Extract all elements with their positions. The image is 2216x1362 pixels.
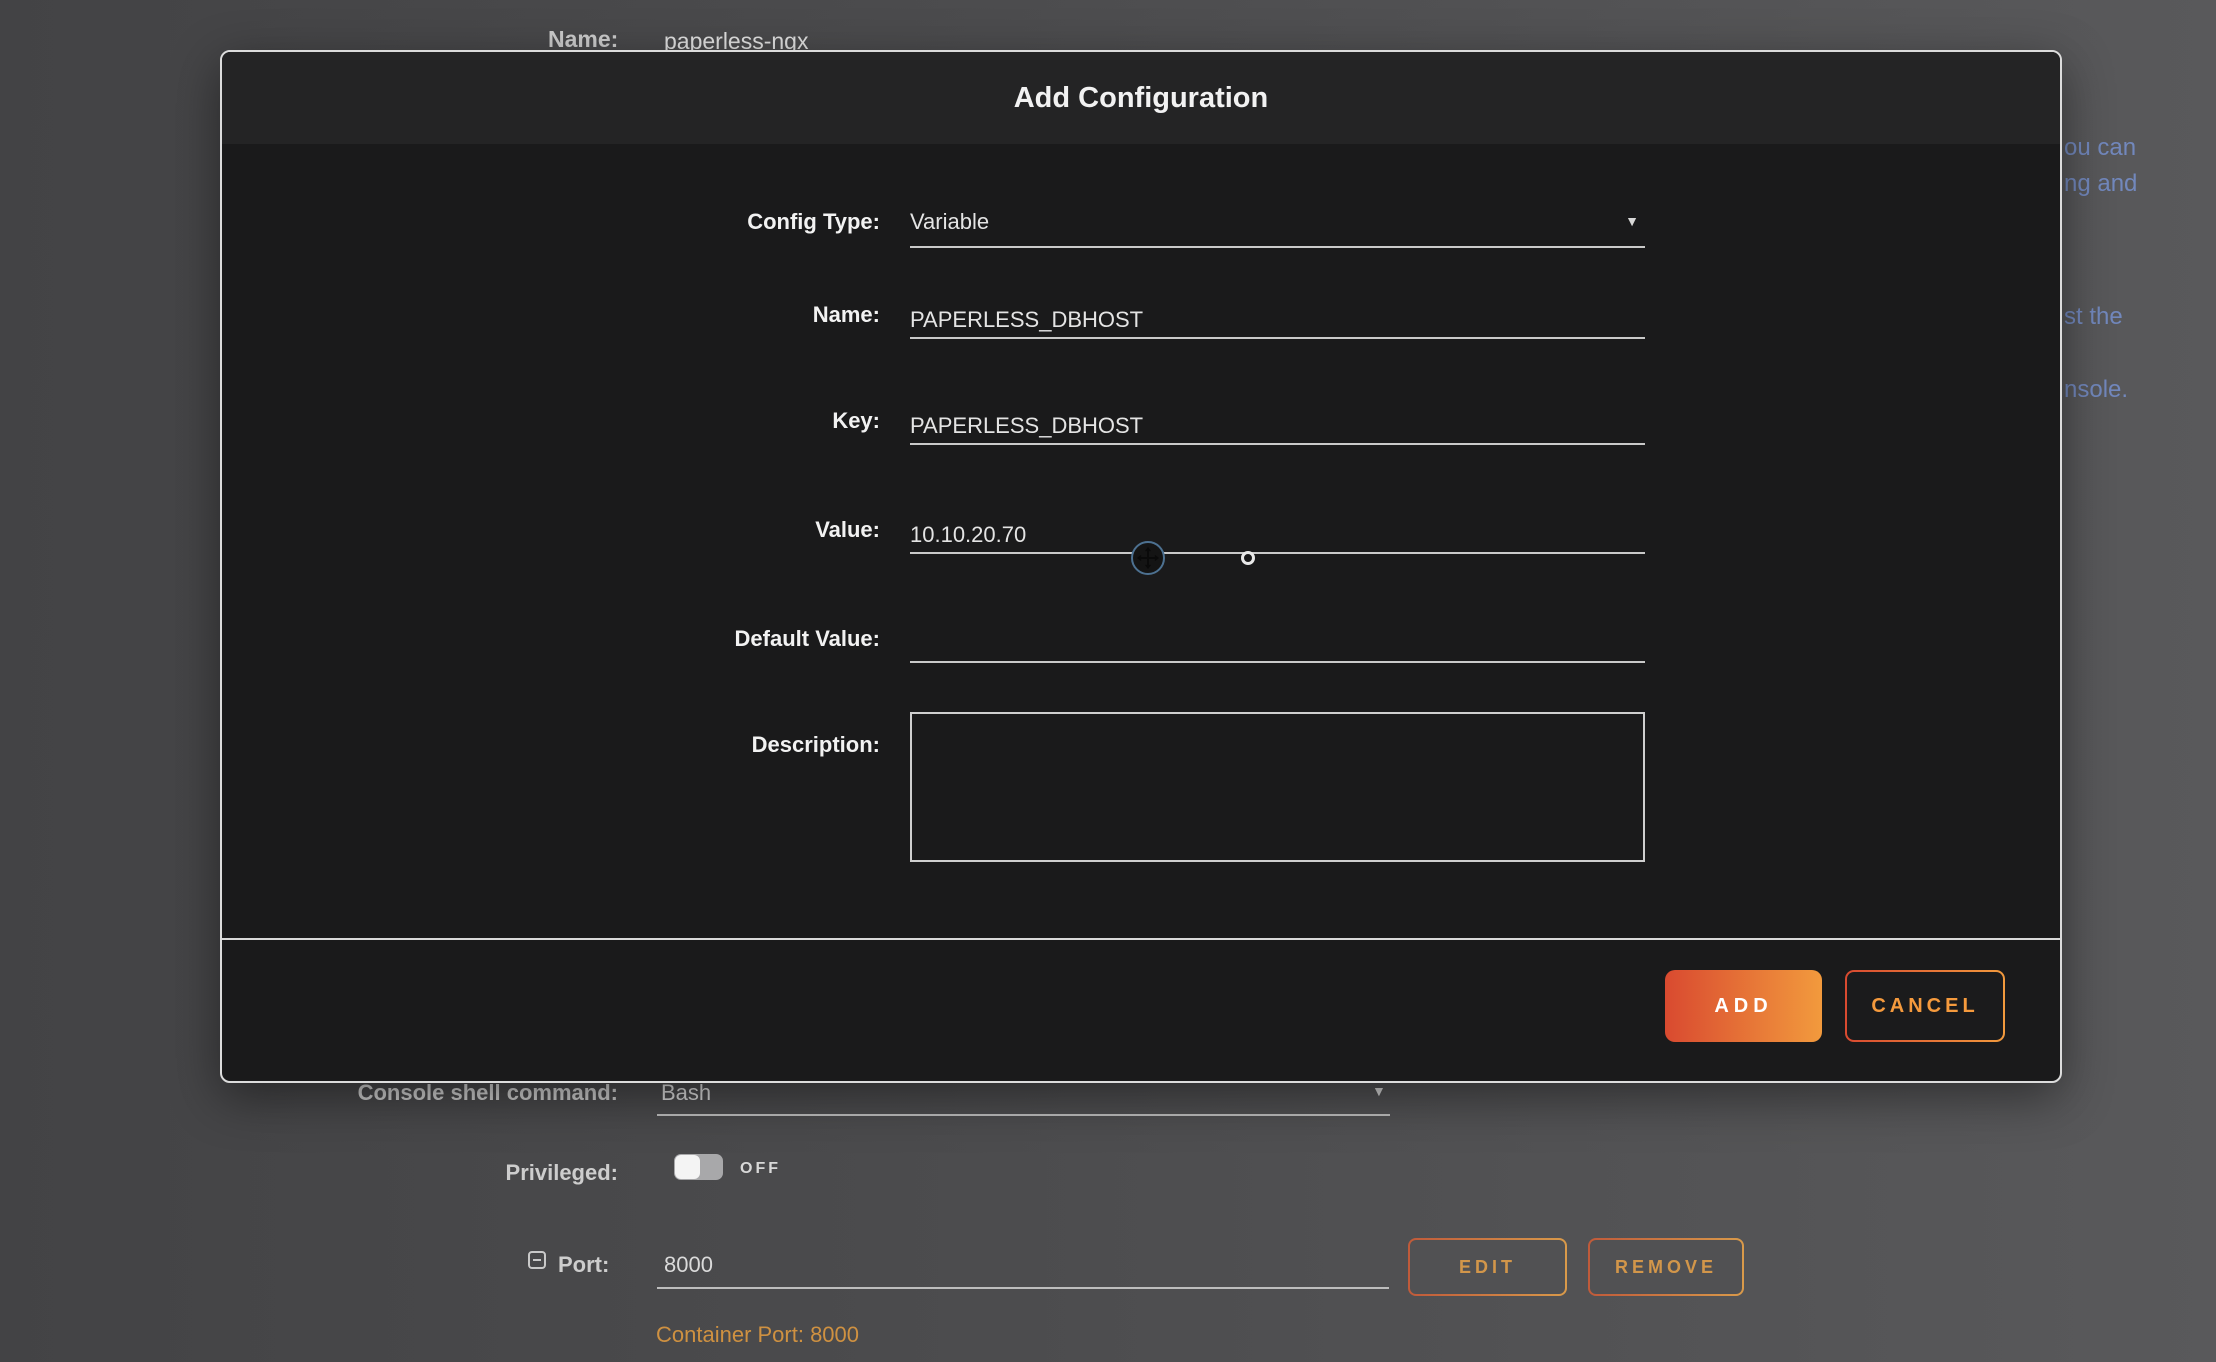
privileged-label: Privileged: bbox=[400, 1160, 618, 1186]
description-label: Description: bbox=[510, 732, 880, 758]
circle-cursor-icon bbox=[1241, 551, 1255, 565]
remove-button[interactable]: REMOVE bbox=[1588, 1238, 1744, 1296]
console-shell-command-underline bbox=[657, 1114, 1390, 1116]
value-field-wrap bbox=[910, 509, 1645, 556]
privileged-toggle-state: OFF bbox=[740, 1160, 781, 1178]
move-cursor-icon bbox=[1131, 541, 1165, 575]
modal-footer-divider bbox=[222, 938, 2060, 940]
name-label: Name: bbox=[510, 302, 880, 328]
screen: Name: paperless-ngx ou can ng and st the… bbox=[0, 0, 2216, 1362]
config-type-label: Config Type: bbox=[510, 209, 880, 235]
name-field-wrap bbox=[910, 294, 1645, 341]
move-arrows-glyph bbox=[1136, 546, 1160, 570]
console-shell-command-select[interactable]: Bash bbox=[661, 1080, 711, 1106]
key-field[interactable] bbox=[910, 400, 1645, 445]
bg-name-label: Name: bbox=[548, 26, 618, 53]
port-value-field[interactable]: 8000 bbox=[664, 1252, 713, 1278]
value-field[interactable] bbox=[910, 509, 1645, 554]
privileged-toggle[interactable] bbox=[674, 1154, 723, 1180]
chevron-down-icon: ▼ bbox=[1372, 1083, 1386, 1099]
bg-help-text-fragment: nsole. bbox=[2064, 376, 2128, 404]
key-label: Key: bbox=[510, 408, 880, 434]
port-underline bbox=[657, 1287, 1389, 1289]
config-type-select[interactable]: Variable ▼ bbox=[910, 201, 1645, 248]
modal-title: Add Configuration bbox=[1014, 82, 1269, 115]
toggle-knob bbox=[675, 1155, 700, 1179]
edit-button[interactable]: EDIT bbox=[1408, 1238, 1567, 1296]
default-value-field[interactable] bbox=[910, 618, 1645, 663]
collapse-minus-icon[interactable] bbox=[528, 1251, 546, 1269]
bg-help-text-fragment: ou can bbox=[2064, 134, 2136, 162]
bg-help-text-fragment: ng and bbox=[2064, 170, 2137, 198]
value-label: Value: bbox=[510, 517, 880, 543]
cancel-button[interactable]: CANCEL bbox=[1845, 970, 2005, 1042]
config-type-selected-value: Variable bbox=[910, 209, 989, 235]
default-value-label: Default Value: bbox=[510, 626, 880, 652]
default-value-field-wrap bbox=[910, 618, 1645, 665]
port-label: Port: bbox=[558, 1252, 609, 1278]
container-port-note: Container Port: 8000 bbox=[656, 1322, 859, 1348]
modal-header: Add Configuration bbox=[222, 52, 2060, 144]
description-textarea[interactable] bbox=[910, 712, 1645, 862]
name-field[interactable] bbox=[910, 294, 1645, 339]
add-button[interactable]: ADD bbox=[1665, 970, 1822, 1042]
console-shell-command-label: Console shell command: bbox=[300, 1080, 618, 1106]
bg-help-text-fragment: st the bbox=[2064, 303, 2123, 331]
chevron-down-icon: ▼ bbox=[1625, 213, 1639, 229]
key-field-wrap bbox=[910, 400, 1645, 447]
